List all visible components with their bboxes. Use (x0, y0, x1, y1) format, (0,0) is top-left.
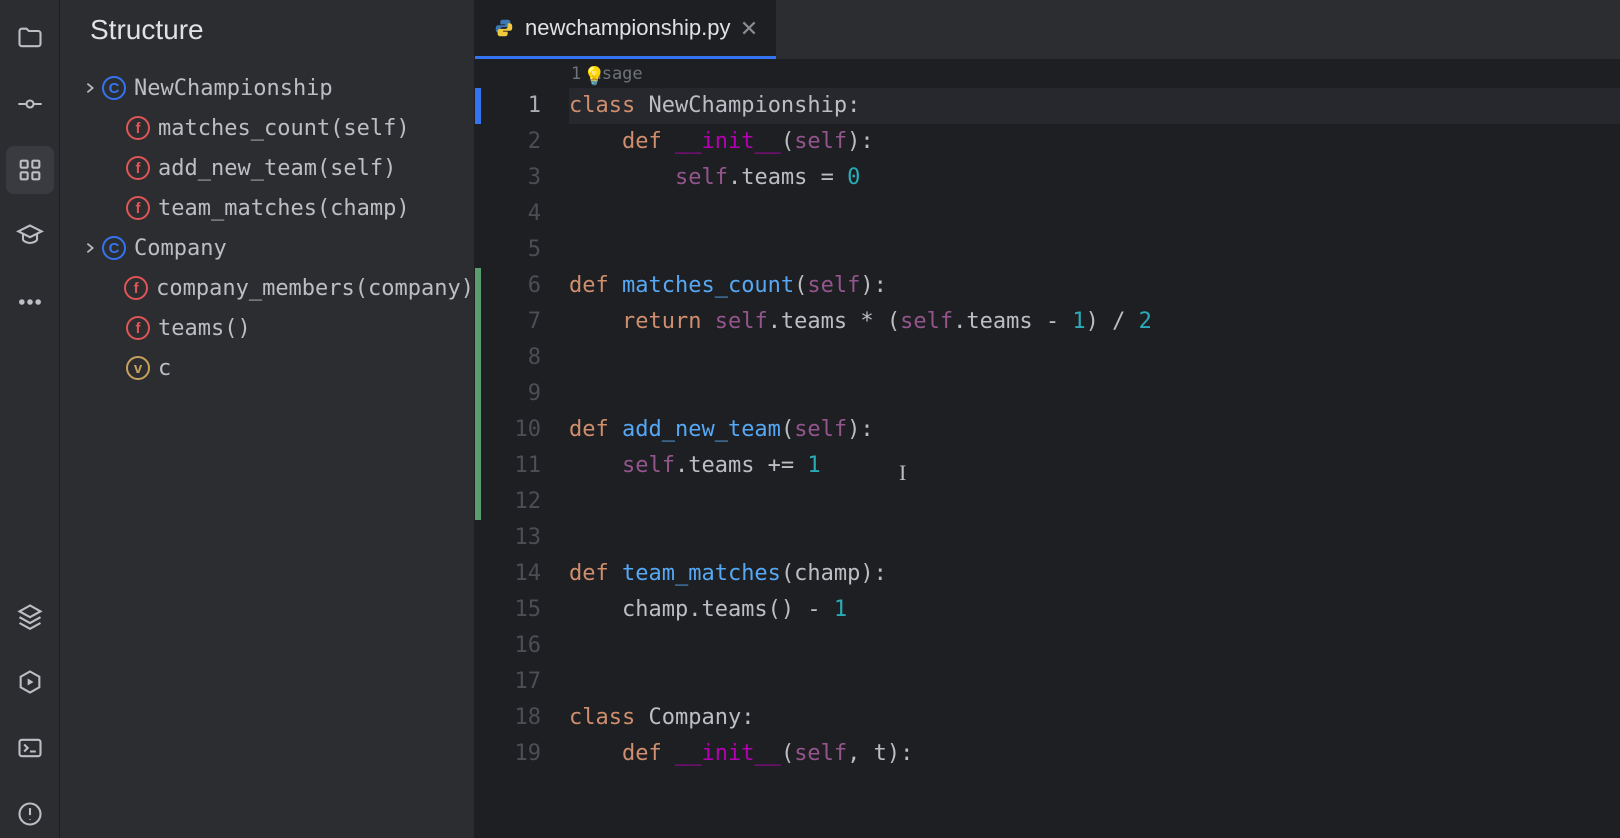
func-icon: f (124, 276, 148, 300)
chevron-right-icon (83, 81, 97, 95)
code-line[interactable]: def __init__(self, t): (569, 736, 1620, 772)
code-line[interactable] (569, 196, 1620, 232)
structure-node[interactable]: f company_members(company) (78, 268, 474, 308)
rail-more[interactable] (6, 278, 54, 326)
tab-bar: newchampionship.py (475, 0, 1620, 60)
func-icon: f (126, 316, 150, 340)
code-line[interactable]: class Company: (569, 700, 1620, 736)
code-line[interactable]: def matches_count(self): (569, 268, 1620, 304)
code-line[interactable]: def add_new_team(self): (569, 412, 1620, 448)
code-line[interactable] (569, 232, 1620, 268)
rail-run[interactable] (6, 658, 54, 706)
learn-icon (16, 222, 44, 250)
node-label: NewChampionship (134, 76, 333, 101)
code-line[interactable] (569, 376, 1620, 412)
code-line[interactable]: champ.teams() - 1 (569, 592, 1620, 628)
structure-title: Structure (60, 0, 474, 60)
structure-node[interactable]: C Company (78, 228, 474, 268)
class-icon: C (102, 76, 126, 100)
func-icon: f (126, 156, 150, 180)
code-lines[interactable]: 💡1 usageclass NewChampionship: def __ini… (557, 60, 1620, 838)
structure-node[interactable]: f team_matches(champ) (78, 188, 474, 228)
problems-icon (16, 800, 44, 828)
node-label: company_members(company) (156, 276, 474, 301)
structure-node[interactable]: vc (78, 348, 474, 388)
node-label: matches_count(self) (158, 116, 410, 141)
structure-tree[interactable]: CNewChampionshipfmatches_count(self)fadd… (60, 60, 474, 388)
run-icon (16, 668, 44, 696)
func-icon: f (126, 196, 150, 220)
more-icon (16, 288, 44, 316)
code-area[interactable]: 12345678910111213141516171819 💡1 usagecl… (475, 60, 1620, 838)
rail-problems[interactable] (6, 790, 54, 838)
expand-toggle[interactable] (78, 241, 102, 255)
tool-rail (0, 0, 60, 838)
rail-commit[interactable] (6, 80, 54, 128)
structure-node[interactable]: f teams() (78, 308, 474, 348)
editor-tab[interactable]: newchampionship.py (475, 0, 776, 59)
folder-icon (16, 24, 44, 52)
node-label: add_new_team(self) (158, 156, 396, 181)
gutter: 12345678910111213141516171819 (475, 60, 557, 838)
chevron-right-icon (83, 241, 97, 255)
code-line[interactable] (569, 520, 1620, 556)
func-icon: f (126, 116, 150, 140)
rail-layers[interactable] (6, 592, 54, 640)
commit-icon (16, 90, 44, 118)
usage-hint[interactable]: 💡1 usage (569, 60, 1620, 88)
structure-node[interactable]: f matches_count(self) (78, 108, 474, 148)
python-icon (493, 17, 515, 39)
editor: newchampionship.py 123456789101112131415… (475, 0, 1620, 838)
node-label: Company (134, 236, 227, 261)
structure-panel: Structure C NewChampionship f matches_count… (60, 0, 475, 838)
terminal-icon (16, 734, 44, 762)
structure-node[interactable]: C NewChampionship (78, 68, 474, 108)
class-icon: C (102, 236, 126, 260)
node-label: c (158, 356, 171, 381)
structure-node[interactable]: f add_new_team(self) (78, 148, 474, 188)
code-line[interactable]: def __init__(self): (569, 124, 1620, 160)
var-icon: v (126, 356, 150, 380)
layers-icon (16, 602, 44, 630)
node-label: teams() (158, 316, 251, 341)
rail-folder[interactable] (6, 14, 54, 62)
rail-structure[interactable] (6, 146, 54, 194)
code-line[interactable]: return self.teams * (self.teams - 1) / 2 (569, 304, 1620, 340)
code-line[interactable]: class NewChampionship: (569, 88, 1620, 124)
node-label: team_matches(champ) (158, 196, 410, 221)
code-line[interactable]: def team_matches(champ): (569, 556, 1620, 592)
code-line[interactable] (569, 664, 1620, 700)
code-line[interactable]: self.teams = 0 (569, 160, 1620, 196)
rail-learn[interactable] (6, 212, 54, 260)
rail-terminal[interactable] (6, 724, 54, 772)
close-icon[interactable] (740, 19, 758, 37)
structure-icon (16, 156, 44, 184)
expand-toggle[interactable] (78, 81, 102, 95)
tab-label: newchampionship.py (525, 15, 730, 41)
code-line[interactable]: self.teams += 1I (569, 448, 1620, 484)
code-line[interactable] (569, 340, 1620, 376)
code-line[interactable] (569, 484, 1620, 520)
code-line[interactable] (569, 628, 1620, 664)
